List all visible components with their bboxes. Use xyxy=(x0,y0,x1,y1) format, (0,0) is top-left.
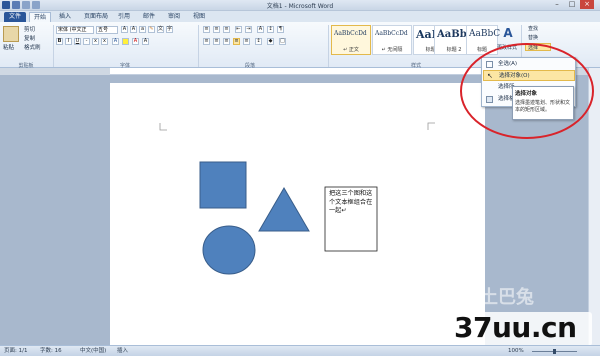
annotation-highlight xyxy=(460,43,594,139)
tab-home[interactable]: 开始 xyxy=(29,12,51,22)
numbering-icon[interactable]: ≡ xyxy=(213,26,220,33)
tab-mailings[interactable]: 邮件 xyxy=(139,12,159,22)
window-title: 文档1 - Microsoft Word xyxy=(266,3,334,10)
tab-page-layout[interactable]: 页面布局 xyxy=(80,12,112,22)
bullets-icon[interactable]: ≡ xyxy=(203,26,210,33)
font-color-icon[interactable]: A xyxy=(132,38,139,45)
divider xyxy=(53,25,54,67)
status-bar: 页面: 1/1 字数: 16 中文(中国) 插入 100% xyxy=(0,345,600,356)
borders-icon[interactable]: □ xyxy=(279,38,286,45)
subscript-icon[interactable]: x xyxy=(92,38,99,45)
char-shading-icon[interactable]: A xyxy=(142,38,149,45)
triangle-shape[interactable] xyxy=(258,187,310,232)
page-count[interactable]: 页面: 1/1 xyxy=(4,347,27,356)
phonetic-guide-icon[interactable]: 文 xyxy=(157,26,164,33)
underline-icon[interactable]: U xyxy=(74,38,81,45)
style-no-spacing[interactable]: AaBbCcDd ↵ 无间隔 xyxy=(372,25,412,55)
maximize-icon[interactable]: □ xyxy=(565,0,579,9)
shading-icon[interactable]: ◆ xyxy=(267,38,274,45)
style-sample: AaBbCcDd xyxy=(334,30,367,37)
style-name: ↵ 正文 xyxy=(343,47,359,53)
zoom-level[interactable]: 100% xyxy=(508,347,524,356)
paste-icon[interactable] xyxy=(3,26,19,42)
red-circle-annotation xyxy=(460,43,594,139)
tab-review[interactable]: 审阅 xyxy=(164,12,184,22)
ruler[interactable] xyxy=(110,68,485,75)
zoom-slider-thumb[interactable] xyxy=(553,349,556,354)
square-shape[interactable] xyxy=(199,161,247,209)
circle-shape[interactable] xyxy=(202,225,256,275)
bold-icon[interactable]: B xyxy=(56,38,63,45)
align-left-icon[interactable]: ≡ xyxy=(203,38,210,45)
format-painter-button[interactable]: 格式刷 xyxy=(24,44,41,52)
style-normal[interactable]: AaBbCcDd ↵ 正文 xyxy=(331,25,371,55)
distributed-icon[interactable]: ≡ xyxy=(243,38,250,45)
style-name: ↵ 无间隔 xyxy=(381,47,403,53)
divider xyxy=(198,25,199,67)
copy-button[interactable]: 复制 xyxy=(24,35,35,43)
font-size-select[interactable]: 五号 xyxy=(96,26,118,34)
tab-file[interactable]: 文件 xyxy=(4,12,26,22)
increase-indent-icon[interactable]: ⇥ xyxy=(245,26,252,33)
highlight-icon[interactable] xyxy=(122,38,129,45)
italic-icon[interactable]: I xyxy=(65,38,72,45)
ribbon-tabs: 文件 开始 插入 页面布局 引用 邮件 审阅 视图 xyxy=(0,11,600,22)
text-effects-icon[interactable]: A xyxy=(112,38,119,45)
word-count[interactable]: 字数: 16 xyxy=(40,347,62,356)
multilevel-list-icon[interactable]: ≡ xyxy=(223,26,230,33)
cut-button[interactable]: 剪切 xyxy=(24,26,35,34)
style-sample: AaBbCcDd xyxy=(375,30,408,37)
style-sample: AaBbC xyxy=(469,29,501,39)
title-bar: 文档1 - Microsoft Word – □ × xyxy=(0,0,600,11)
watermark-brand: 土巴兔 xyxy=(480,287,534,308)
page-content xyxy=(159,122,435,275)
grow-font-icon[interactable]: A xyxy=(121,26,128,33)
text-box-content[interactable]: 把这三个图和这个文本框组合在一起↵ xyxy=(329,190,374,216)
shrink-font-icon[interactable]: A xyxy=(130,26,137,33)
margin-mark-left xyxy=(159,123,167,131)
tab-insert[interactable]: 插入 xyxy=(55,12,75,22)
language[interactable]: 中文(中国) xyxy=(80,347,106,356)
margin-mark-right xyxy=(427,122,435,130)
sort-icon[interactable]: ↕ xyxy=(267,26,274,33)
align-right-icon[interactable]: ≡ xyxy=(223,38,230,45)
decrease-indent-icon[interactable]: ⇤ xyxy=(235,26,242,33)
watermark-site: 37uu.cn xyxy=(454,311,577,344)
insert-mode[interactable]: 插入 xyxy=(117,347,128,356)
line-spacing-icon[interactable]: ↕ xyxy=(255,38,262,45)
tab-references[interactable]: 引用 xyxy=(114,12,134,22)
change-case-icon[interactable]: a xyxy=(139,26,146,33)
align-center-icon[interactable]: ≡ xyxy=(213,38,220,45)
minimize-icon[interactable]: – xyxy=(550,0,564,9)
chinese-layout-icon[interactable]: A xyxy=(257,26,264,33)
clear-format-icon[interactable]: ✎ xyxy=(148,26,155,33)
enclose-char-icon[interactable]: 字 xyxy=(166,26,173,33)
font-name-select[interactable]: 宋体 (中文正 xyxy=(56,26,94,34)
show-marks-icon[interactable]: ¶ xyxy=(277,26,284,33)
tab-view[interactable]: 视图 xyxy=(189,12,209,22)
close-icon[interactable]: × xyxy=(580,0,594,9)
paste-button[interactable]: 粘贴 xyxy=(3,44,14,52)
superscript-icon[interactable]: x xyxy=(101,38,108,45)
find-button[interactable]: 查找 xyxy=(528,25,538,33)
divider xyxy=(328,25,329,67)
document-page[interactable]: 把这三个图和这个文本框组合在一起↵ xyxy=(110,83,485,345)
strikethrough-icon[interactable]: - xyxy=(83,38,90,45)
clipboard-group-label: 剪贴板 xyxy=(18,63,34,69)
justify-icon[interactable]: ≡ xyxy=(233,38,240,45)
